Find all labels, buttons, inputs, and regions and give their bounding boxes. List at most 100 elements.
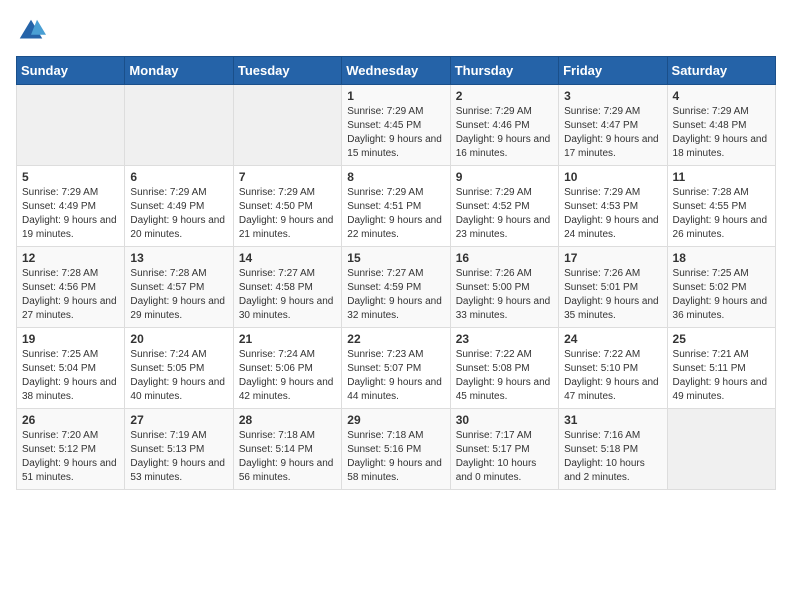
cell-info: Sunrise: 7:29 AMSunset: 4:47 PMDaylight:… <box>564 105 661 161</box>
day-number: 22 <box>347 332 444 346</box>
day-number: 8 <box>347 170 444 184</box>
day-number: 25 <box>673 332 770 346</box>
cell-info: Sunrise: 7:27 AMSunset: 4:58 PMDaylight:… <box>239 267 336 323</box>
calendar-cell: 2 Sunrise: 7:29 AMSunset: 4:46 PMDaylight… <box>450 85 558 166</box>
calendar-cell: 12 Sunrise: 7:28 AMSunset: 4:56 PMDayligh… <box>17 247 125 328</box>
day-number: 28 <box>239 413 336 427</box>
day-number: 24 <box>564 332 661 346</box>
page-header <box>16 16 776 46</box>
cell-info: Sunrise: 7:29 AMSunset: 4:52 PMDaylight:… <box>456 186 553 242</box>
calendar-cell: 7 Sunrise: 7:29 AMSunset: 4:50 PMDaylight… <box>233 166 341 247</box>
calendar-cell: 22 Sunrise: 7:23 AMSunset: 5:07 PMDayligh… <box>342 328 450 409</box>
calendar-week-row: 19 Sunrise: 7:25 AMSunset: 5:04 PMDayligh… <box>17 328 776 409</box>
weekday-header-monday: Monday <box>125 57 233 85</box>
day-number: 27 <box>130 413 227 427</box>
cell-info: Sunrise: 7:24 AMSunset: 5:06 PMDaylight:… <box>239 348 336 404</box>
cell-info: Sunrise: 7:29 AMSunset: 4:45 PMDaylight:… <box>347 105 444 161</box>
day-number: 7 <box>239 170 336 184</box>
day-number: 12 <box>22 251 119 265</box>
weekday-header-thursday: Thursday <box>450 57 558 85</box>
day-number: 11 <box>673 170 770 184</box>
calendar-cell: 24 Sunrise: 7:22 AMSunset: 5:10 PMDayligh… <box>559 328 667 409</box>
weekday-header-sunday: Sunday <box>17 57 125 85</box>
calendar-cell: 25 Sunrise: 7:21 AMSunset: 5:11 PMDayligh… <box>667 328 775 409</box>
calendar-cell: 9 Sunrise: 7:29 AMSunset: 4:52 PMDaylight… <box>450 166 558 247</box>
weekday-header-tuesday: Tuesday <box>233 57 341 85</box>
cell-info: Sunrise: 7:29 AMSunset: 4:53 PMDaylight:… <box>564 186 661 242</box>
day-number: 17 <box>564 251 661 265</box>
day-number: 9 <box>456 170 553 184</box>
cell-info: Sunrise: 7:29 AMSunset: 4:49 PMDaylight:… <box>22 186 119 242</box>
calendar-cell: 4Sunrise: 7:29 AMSunset: 4:48 PMDaylight… <box>667 85 775 166</box>
calendar-week-row: 26 Sunrise: 7:20 AMSunset: 5:12 PMDayligh… <box>17 409 776 490</box>
cell-info: Sunrise: 7:16 AMSunset: 5:18 PMDaylight:… <box>564 429 661 485</box>
day-number: 18 <box>673 251 770 265</box>
calendar-cell: 3 Sunrise: 7:29 AMSunset: 4:47 PMDaylight… <box>559 85 667 166</box>
day-number: 2 <box>456 89 553 103</box>
day-number: 21 <box>239 332 336 346</box>
cell-info: Sunrise: 7:28 AMSunset: 4:55 PMDaylight:… <box>673 186 770 242</box>
cell-info: Sunrise: 7:28 AMSunset: 4:57 PMDaylight:… <box>130 267 227 323</box>
calendar-cell: 10 Sunrise: 7:29 AMSunset: 4:53 PMDayligh… <box>559 166 667 247</box>
day-number: 14 <box>239 251 336 265</box>
cell-info: Sunrise: 7:29 AMSunset: 4:50 PMDaylight:… <box>239 186 336 242</box>
cell-info: Sunrise: 7:22 AMSunset: 5:08 PMDaylight:… <box>456 348 553 404</box>
day-number: 19 <box>22 332 119 346</box>
cell-info: Sunrise: 7:29 AMSunset: 4:49 PMDaylight:… <box>130 186 227 242</box>
day-number: 26 <box>22 413 119 427</box>
cell-info: Sunrise: 7:23 AMSunset: 5:07 PMDaylight:… <box>347 348 444 404</box>
calendar-cell: 21 Sunrise: 7:24 AMSunset: 5:06 PMDayligh… <box>233 328 341 409</box>
calendar-cell: 28 Sunrise: 7:18 AMSunset: 5:14 PMDayligh… <box>233 409 341 490</box>
cell-info: Sunrise: 7:29 AMSunset: 4:46 PMDaylight:… <box>456 105 553 161</box>
weekday-header-row: SundayMondayTuesdayWednesdayThursdayFrid… <box>17 57 776 85</box>
cell-info: Sunrise: 7:24 AMSunset: 5:05 PMDaylight:… <box>130 348 227 404</box>
calendar-cell <box>125 85 233 166</box>
calendar-cell: 19 Sunrise: 7:25 AMSunset: 5:04 PMDayligh… <box>17 328 125 409</box>
calendar-week-row: 1 Sunrise: 7:29 AMSunset: 4:45 PMDaylight… <box>17 85 776 166</box>
weekday-header-wednesday: Wednesday <box>342 57 450 85</box>
calendar-week-row: 5 Sunrise: 7:29 AMSunset: 4:49 PMDaylight… <box>17 166 776 247</box>
calendar-cell: 8Sunrise: 7:29 AMSunset: 4:51 PMDaylight… <box>342 166 450 247</box>
day-number: 16 <box>456 251 553 265</box>
cell-info: Sunrise: 7:18 AMSunset: 5:14 PMDaylight:… <box>239 429 336 485</box>
cell-info: Sunrise: 7:28 AMSunset: 4:56 PMDaylight:… <box>22 267 119 323</box>
calendar-cell: 29Sunrise: 7:18 AMSunset: 5:16 PMDayligh… <box>342 409 450 490</box>
weekday-header-saturday: Saturday <box>667 57 775 85</box>
cell-info: Sunrise: 7:21 AMSunset: 5:11 PMDaylight:… <box>673 348 770 404</box>
cell-info: Sunrise: 7:22 AMSunset: 5:10 PMDaylight:… <box>564 348 661 404</box>
day-number: 13 <box>130 251 227 265</box>
day-number: 23 <box>456 332 553 346</box>
calendar-cell <box>667 409 775 490</box>
day-number: 20 <box>130 332 227 346</box>
day-number: 3 <box>564 89 661 103</box>
calendar-cell: 16 Sunrise: 7:26 AMSunset: 5:00 PMDayligh… <box>450 247 558 328</box>
cell-info: Sunrise: 7:29 AMSunset: 4:48 PMDaylight:… <box>673 105 770 161</box>
cell-info: Sunrise: 7:17 AMSunset: 5:17 PMDaylight:… <box>456 429 553 485</box>
logo <box>16 16 50 46</box>
day-number: 6 <box>130 170 227 184</box>
day-number: 10 <box>564 170 661 184</box>
calendar-cell: 18 Sunrise: 7:25 AMSunset: 5:02 PMDayligh… <box>667 247 775 328</box>
cell-info: Sunrise: 7:20 AMSunset: 5:12 PMDaylight:… <box>22 429 119 485</box>
calendar-cell <box>233 85 341 166</box>
calendar-cell: 31 Sunrise: 7:16 AMSunset: 5:18 PMDayligh… <box>559 409 667 490</box>
cell-info: Sunrise: 7:18 AMSunset: 5:16 PMDaylight:… <box>347 429 444 485</box>
cell-info: Sunrise: 7:19 AMSunset: 5:13 PMDaylight:… <box>130 429 227 485</box>
calendar-cell: 30 Sunrise: 7:17 AMSunset: 5:17 PMDayligh… <box>450 409 558 490</box>
calendar-cell: 27 Sunrise: 7:19 AMSunset: 5:13 PMDayligh… <box>125 409 233 490</box>
day-number: 30 <box>456 413 553 427</box>
calendar-cell: 17 Sunrise: 7:26 AMSunset: 5:01 PMDayligh… <box>559 247 667 328</box>
calendar-cell: 13 Sunrise: 7:28 AMSunset: 4:57 PMDayligh… <box>125 247 233 328</box>
calendar-cell: 15Sunrise: 7:27 AMSunset: 4:59 PMDayligh… <box>342 247 450 328</box>
calendar-cell: 26 Sunrise: 7:20 AMSunset: 5:12 PMDayligh… <box>17 409 125 490</box>
cell-info: Sunrise: 7:26 AMSunset: 5:00 PMDaylight:… <box>456 267 553 323</box>
calendar-table: SundayMondayTuesdayWednesdayThursdayFrid… <box>16 56 776 490</box>
cell-info: Sunrise: 7:26 AMSunset: 5:01 PMDaylight:… <box>564 267 661 323</box>
calendar-cell: 11 Sunrise: 7:28 AMSunset: 4:55 PMDayligh… <box>667 166 775 247</box>
day-number: 5 <box>22 170 119 184</box>
cell-info: Sunrise: 7:25 AMSunset: 5:02 PMDaylight:… <box>673 267 770 323</box>
day-number: 1 <box>347 89 444 103</box>
day-number: 31 <box>564 413 661 427</box>
calendar-cell: 23 Sunrise: 7:22 AMSunset: 5:08 PMDayligh… <box>450 328 558 409</box>
cell-info: Sunrise: 7:25 AMSunset: 5:04 PMDaylight:… <box>22 348 119 404</box>
